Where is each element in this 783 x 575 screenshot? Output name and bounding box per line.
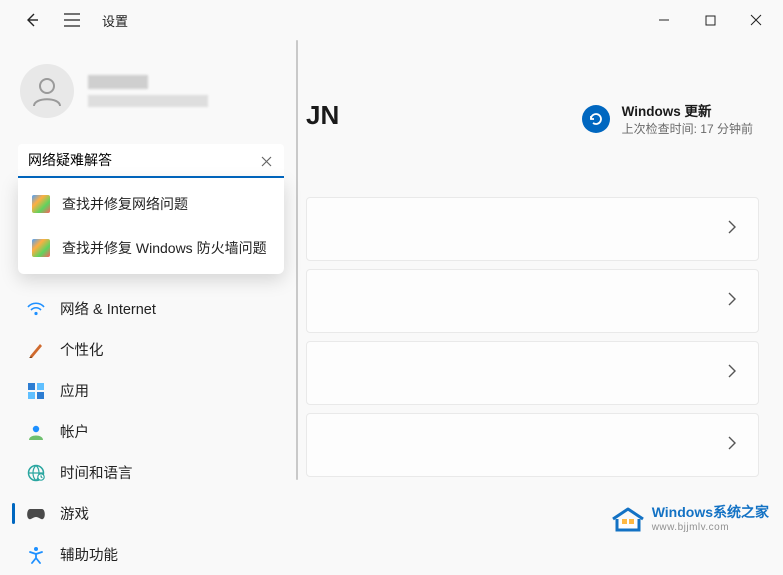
watermark-url: www.bjjmlv.com <box>652 522 769 533</box>
page-title: JN <box>306 100 339 131</box>
chevron-right-icon <box>727 436 736 455</box>
sidebar-item-label: 游戏 <box>60 503 89 524</box>
chevron-right-icon <box>727 364 736 383</box>
back-button[interactable] <box>22 10 42 30</box>
suggestion-label: 查找并修复 Windows 防火墙问题 <box>62 238 267 258</box>
game-icon <box>26 504 46 524</box>
update-icon <box>582 105 610 133</box>
sidebar-item-label: 帐户 <box>60 421 89 442</box>
sidebar-item-time-language[interactable]: 时间和语言 <box>14 452 288 493</box>
brush-icon <box>26 340 46 360</box>
avatar <box>20 64 74 118</box>
search-input[interactable] <box>18 144 284 178</box>
settings-card[interactable] <box>306 269 759 333</box>
settings-card[interactable] <box>306 197 759 261</box>
sidebar-item-accounts[interactable]: 帐户 <box>14 411 288 452</box>
menu-button[interactable] <box>62 10 82 30</box>
wifi-icon <box>26 299 46 319</box>
minimize-button[interactable] <box>641 4 687 36</box>
accessibility-icon <box>26 545 46 565</box>
sidebar-item-personalize[interactable]: 个性化 <box>14 329 288 370</box>
chevron-right-icon <box>727 292 736 311</box>
sidebar-item-label: 个性化 <box>60 339 104 360</box>
chevron-right-icon <box>727 220 736 239</box>
settings-card[interactable] <box>306 413 759 477</box>
update-title: Windows 更新 <box>622 100 753 120</box>
sidebar-item-label: 应用 <box>60 380 89 401</box>
close-button[interactable] <box>733 4 779 36</box>
troubleshoot-icon <box>32 239 50 257</box>
sidebar-item-gaming[interactable]: 游戏 <box>14 493 288 534</box>
profile-name <box>88 75 148 89</box>
profile-email <box>88 95 208 107</box>
suggestion-label: 查找并修复网络问题 <box>62 194 188 214</box>
apps-icon <box>26 381 46 401</box>
sidebar-item-label: 辅助功能 <box>60 544 118 565</box>
window-title: 设置 <box>102 11 128 30</box>
sidebar-item-accessibility[interactable]: 辅助功能 <box>14 534 288 575</box>
maximize-button[interactable] <box>687 4 733 36</box>
profile-block[interactable] <box>14 64 288 138</box>
suggestion-item[interactable]: 查找并修复 Windows 防火墙问题 <box>18 226 284 270</box>
sidebar-item-network[interactable]: 网络 & Internet <box>14 288 288 329</box>
watermark-logo-icon <box>610 501 646 533</box>
update-subtitle: 上次检查时间: 17 分钟前 <box>622 120 753 137</box>
sidebar-item-label: 网络 & Internet <box>60 298 156 319</box>
windows-update-widget[interactable]: Windows 更新 上次检查时间: 17 分钟前 <box>582 100 759 137</box>
person-icon <box>26 422 46 442</box>
globe-icon <box>26 463 46 483</box>
suggestion-item[interactable]: 查找并修复网络问题 <box>18 182 284 226</box>
settings-card[interactable] <box>306 341 759 405</box>
sidebar-nav: 网络 & Internet 个性化 应用 帐户 <box>14 288 288 575</box>
clear-search-button[interactable] <box>256 151 276 171</box>
sidebar-item-apps[interactable]: 应用 <box>14 370 288 411</box>
watermark-title: Windows系统之家 <box>652 502 769 522</box>
search-suggestions: 查找并修复网络问题 查找并修复 Windows 防火墙问题 <box>18 178 284 274</box>
sidebar-item-label: 时间和语言 <box>60 462 133 483</box>
watermark: Windows系统之家 www.bjjmlv.com <box>610 501 769 533</box>
troubleshoot-icon <box>32 195 50 213</box>
